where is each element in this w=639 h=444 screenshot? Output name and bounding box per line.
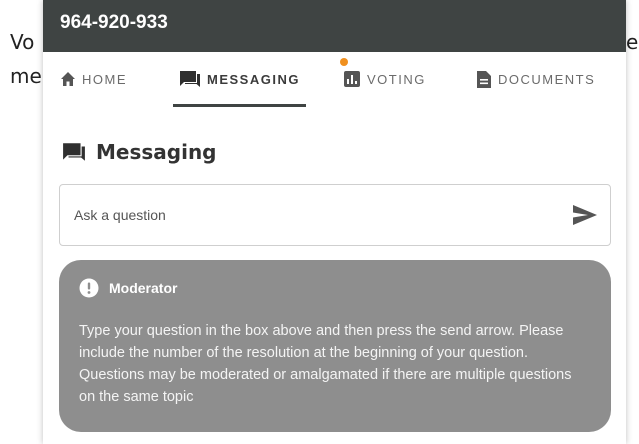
tab-label: Messaging <box>207 71 300 87</box>
background-text: me <box>10 64 42 88</box>
messaging-heading: Messaging <box>62 140 217 164</box>
tab-label: Documents <box>498 71 596 87</box>
background-text: Vo <box>10 30 35 54</box>
send-icon[interactable] <box>572 204 598 226</box>
nav-tabs: Home Messaging Voting <box>43 52 626 107</box>
background-text: e <box>626 30 639 54</box>
moderator-text: Type your question in the box above and … <box>79 323 572 405</box>
bar-chart-icon <box>344 71 360 87</box>
question-box <box>59 184 611 246</box>
moderator-message: Moderator Type your question in the box … <box>59 260 611 432</box>
question-input[interactable] <box>72 206 546 224</box>
moderator-name: Moderator <box>109 280 178 296</box>
chat-icon <box>63 143 85 161</box>
document-icon <box>477 70 491 88</box>
tab-messaging[interactable]: Messaging <box>173 52 306 107</box>
tab-label: Voting <box>367 71 426 87</box>
meeting-id: 964-920-933 <box>60 12 168 33</box>
tab-voting[interactable]: Voting <box>343 52 426 106</box>
tab-label: Home <box>82 71 127 87</box>
tab-documents[interactable]: Documents <box>476 52 595 106</box>
tab-home[interactable]: Home <box>60 52 127 106</box>
home-icon <box>61 72 75 86</box>
page-title: Messaging <box>96 140 217 164</box>
alert-icon <box>79 278 99 298</box>
meeting-id-bar: 964-920-933 <box>43 0 626 52</box>
meeting-panel: 964-920-933 Home Messaging Voting <box>43 0 626 444</box>
chat-icon <box>180 71 200 87</box>
